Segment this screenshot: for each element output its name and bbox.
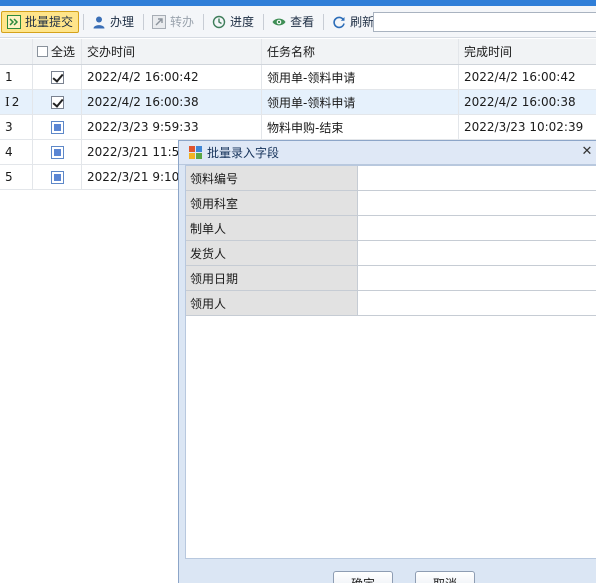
complete-time-cell: 2022/3/23 10:02:39 xyxy=(464,120,584,134)
submit-time-cell: 2022/3/23 9:59:33 xyxy=(82,115,262,139)
handle-button[interactable]: 办理 xyxy=(87,11,139,33)
task-name-cell: 领用单-领料申请 xyxy=(262,90,459,114)
complete-time-cell: 2022/4/2 16:00:38 xyxy=(464,95,576,109)
row-checkbox[interactable] xyxy=(50,170,64,184)
batch-field-dialog: 批量录入字段 ✕ 领料编号 领用科室 制单人 发货人 领用日期 领用人 确定 xyxy=(178,140,596,583)
eye-icon xyxy=(272,15,286,29)
toolbar-divider xyxy=(203,13,205,30)
row-number: 3 xyxy=(0,115,33,139)
forward-arrow-icon xyxy=(152,14,167,29)
row-checkbox-checked[interactable] xyxy=(50,70,64,84)
shipper-input[interactable] xyxy=(358,241,596,265)
text-cursor-icon: I xyxy=(5,95,10,109)
transfer-label: 转办 xyxy=(170,15,195,29)
requisition-date-input[interactable] xyxy=(358,266,596,290)
form-row: 制单人 xyxy=(186,216,596,241)
confirm-button[interactable]: 确定 xyxy=(333,571,393,583)
department-input[interactable] xyxy=(358,191,596,215)
row-checkbox-cell[interactable] xyxy=(33,140,82,164)
row-checkbox-cell[interactable] xyxy=(33,65,82,89)
clock-icon xyxy=(212,15,226,29)
submit-time-cell: 2022/4/2 16:00:38 xyxy=(82,90,262,114)
select-all-label: 全选 xyxy=(51,45,76,59)
form-row: 发货人 xyxy=(186,241,596,266)
select-all-checkbox[interactable] xyxy=(37,46,48,57)
progress-label: 进度 xyxy=(230,15,255,29)
table-row[interactable]: 1 2022/4/2 16:00:42 领用单-领料申请 2022/4/2 16… xyxy=(0,65,596,90)
row-checkbox-cell[interactable] xyxy=(33,90,82,114)
submit-time-cell: 2022/4/2 16:00:42 xyxy=(82,65,262,89)
transfer-button[interactable]: 转办 xyxy=(147,11,199,33)
toolbar-divider xyxy=(263,13,265,30)
row-number-header xyxy=(0,39,33,64)
task-name-cell: 物料申购-结束 xyxy=(262,115,459,139)
refresh-icon xyxy=(332,15,346,29)
table-row[interactable]: 3 2022/3/23 9:59:33 物料申购-结束 2022/3/23 10… xyxy=(0,115,596,140)
complete-time-header[interactable]: 完成时间 xyxy=(459,39,596,64)
form-window-icon xyxy=(189,146,202,159)
double-chevron-icon xyxy=(7,14,21,29)
field-label: 领用日期 xyxy=(186,266,358,290)
row-number: 1 xyxy=(0,65,33,89)
toolbar-divider xyxy=(323,13,325,30)
row-checkbox[interactable] xyxy=(50,145,64,159)
field-label: 发货人 xyxy=(186,241,358,265)
form-row: 领用日期 xyxy=(186,266,596,291)
toolbar: 批量提交 办理 转办 进度 查看 刷新 xyxy=(0,6,596,38)
toolbar-divider xyxy=(143,13,145,30)
recipient-input[interactable] xyxy=(358,291,596,315)
dialog-title: 批量录入字段 xyxy=(207,146,280,160)
field-label: 制单人 xyxy=(186,216,358,240)
form-row: 领用科室 xyxy=(186,191,596,216)
table-row[interactable]: I 2 2022/4/2 16:00:38 领用单-领料申请 2022/4/2 … xyxy=(0,90,596,115)
search-input[interactable] xyxy=(373,12,596,32)
row-number: 5 xyxy=(0,165,33,189)
view-button[interactable]: 查看 xyxy=(267,11,319,33)
grid-header: 全选 交办时间 任务名称 完成时间 xyxy=(0,39,596,65)
dialog-footer: 确定 取消 xyxy=(179,559,596,583)
close-icon[interactable]: ✕ xyxy=(580,145,594,159)
field-label: 领用人 xyxy=(186,291,358,315)
row-checkbox-cell[interactable] xyxy=(33,115,82,139)
user-icon xyxy=(92,15,106,29)
dialog-title-bar[interactable]: 批量录入字段 ✕ xyxy=(179,141,596,165)
task-name-cell: 领用单-领料申请 xyxy=(262,65,459,89)
progress-button[interactable]: 进度 xyxy=(207,11,259,33)
row-number: 4 xyxy=(0,140,33,164)
row-number-cell: I 2 xyxy=(0,90,33,114)
row-checkbox[interactable] xyxy=(50,120,64,134)
field-label: 领料编号 xyxy=(186,166,358,190)
row-checkbox-cell[interactable] xyxy=(33,165,82,189)
form-row: 领料编号 xyxy=(186,166,596,191)
creator-input[interactable] xyxy=(358,216,596,240)
refresh-button[interactable]: 刷新 xyxy=(327,11,379,33)
submit-time-header[interactable]: 交办时间 xyxy=(82,39,262,64)
handle-label: 办理 xyxy=(110,15,135,29)
select-all-header[interactable]: 全选 xyxy=(33,39,82,64)
toolbar-divider xyxy=(83,13,85,30)
task-name-header[interactable]: 任务名称 xyxy=(262,39,459,64)
material-code-input[interactable] xyxy=(358,166,596,190)
row-checkbox-checked[interactable] xyxy=(50,95,64,109)
cancel-button[interactable]: 取消 xyxy=(415,571,475,583)
complete-time-cell: 2022/4/2 16:00:42 xyxy=(464,70,576,84)
batch-submit-button[interactable]: 批量提交 xyxy=(1,10,80,33)
form-row: 领用人 xyxy=(186,291,596,316)
view-label: 查看 xyxy=(290,15,315,29)
field-label: 领用科室 xyxy=(186,191,358,215)
batch-submit-label: 批量提交 xyxy=(25,15,74,29)
row-number: 2 xyxy=(11,95,20,109)
field-form: 领料编号 领用科室 制单人 发货人 领用日期 领用人 xyxy=(185,165,596,559)
refresh-label: 刷新 xyxy=(350,15,375,29)
